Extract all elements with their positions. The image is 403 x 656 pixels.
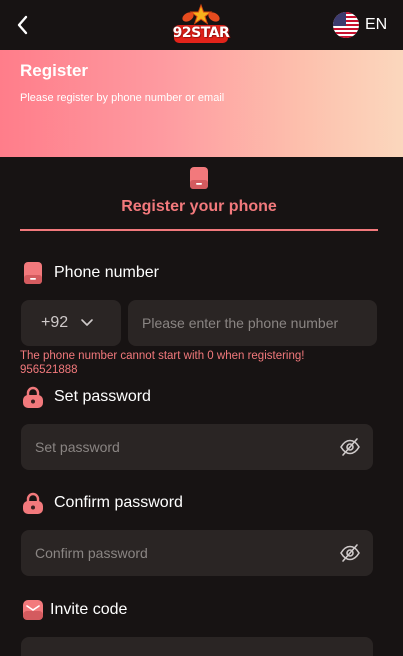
invite-code-input[interactable] xyxy=(35,645,327,656)
confirm-password-input[interactable] xyxy=(35,530,327,576)
language-selector[interactable]: EN xyxy=(333,12,387,38)
phone-icon xyxy=(190,167,208,189)
top-bar: 92STAR EN xyxy=(0,0,403,50)
lock-icon xyxy=(23,386,43,408)
us-flag-icon xyxy=(333,12,359,38)
chevron-down-icon xyxy=(81,319,93,326)
confirm-label-row: Confirm password xyxy=(22,490,183,516)
eye-off-icon[interactable] xyxy=(339,436,361,458)
hero-banner: Register Please register by phone number… xyxy=(0,50,403,157)
invite-label: Invite code xyxy=(50,601,128,618)
invite-field xyxy=(21,637,373,656)
eye-off-icon[interactable] xyxy=(339,542,361,564)
tab-register-phone[interactable]: Register your phone xyxy=(20,157,378,231)
language-label: EN xyxy=(365,16,388,33)
country-code-select[interactable]: +92 xyxy=(21,300,121,346)
page-subtitle: Please register by phone number or email xyxy=(20,92,225,104)
password-label: Set password xyxy=(54,388,151,405)
phone-error-message: The phone number cannot start with 0 whe… xyxy=(20,350,305,376)
back-arrow-icon[interactable] xyxy=(12,12,34,38)
app-logo: 92STAR xyxy=(168,3,234,49)
phone-field xyxy=(128,300,377,346)
country-code-value: +92 xyxy=(41,314,69,331)
tab-label: Register your phone xyxy=(121,198,277,215)
page-title: Register xyxy=(20,61,89,80)
phone-label-row: Phone number xyxy=(22,260,159,286)
phone-input[interactable] xyxy=(142,300,367,346)
lock-icon xyxy=(23,492,43,514)
phone-icon xyxy=(24,262,42,284)
invite-label-row: Invite code xyxy=(22,597,127,623)
confirm-field xyxy=(21,530,373,576)
password-label-row: Set password xyxy=(22,384,151,410)
password-field xyxy=(21,424,373,470)
phone-label: Phone number xyxy=(54,264,159,281)
password-input[interactable] xyxy=(35,424,327,470)
invite-icon xyxy=(23,600,43,620)
logo-text: 92STAR xyxy=(172,25,230,41)
confirm-label: Confirm password xyxy=(54,494,183,511)
